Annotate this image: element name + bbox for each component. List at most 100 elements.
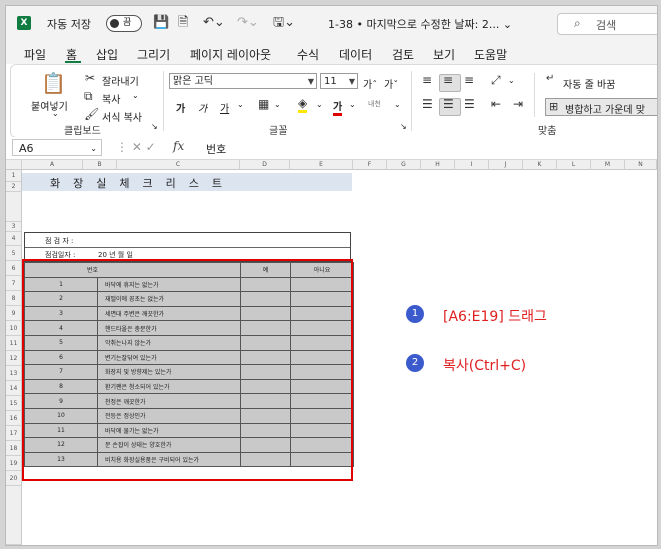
cancel-confirm-icons[interactable]: ⋮ ✕ ✓: [116, 140, 156, 154]
row-header[interactable]: 3: [6, 222, 22, 232]
cut-icon[interactable]: ✂: [85, 71, 95, 85]
tab-file[interactable]: 파일: [24, 46, 46, 63]
italic-button[interactable]: 가: [198, 100, 207, 115]
merge-center-button[interactable]: ⊞ 병합하고 가운데 맞: [545, 98, 657, 116]
font-launcher-icon[interactable]: ↘: [400, 122, 407, 131]
row-header[interactable]: 5: [6, 246, 22, 261]
row-header[interactable]: 6: [6, 261, 22, 276]
tab-review[interactable]: 검토: [392, 46, 414, 63]
row-header[interactable]: 15: [6, 396, 22, 411]
insert-function-button[interactable]: fx: [173, 139, 184, 153]
search-box[interactable]: ⌕ 검색: [557, 13, 657, 35]
column-header[interactable]: B: [83, 160, 117, 170]
column-header[interactable]: G: [387, 160, 421, 170]
clipboard-launcher-icon[interactable]: ↘: [151, 122, 158, 131]
column-header[interactable]: N: [625, 160, 657, 170]
row-header[interactable]: 16: [6, 411, 22, 426]
font-color-button[interactable]: 가: [333, 98, 343, 116]
tab-formulas[interactable]: 수식: [297, 46, 319, 63]
orientation-icon[interactable]: ⤢: [491, 73, 501, 88]
align-bottom-icon[interactable]: ≡: [464, 73, 474, 87]
row-header[interactable]: 8: [6, 291, 22, 306]
name-box[interactable]: A6 ⌄: [12, 139, 102, 156]
column-header[interactable]: I: [455, 160, 489, 170]
tab-data[interactable]: 데이터: [339, 46, 372, 63]
column-header[interactable]: E: [290, 160, 353, 170]
align-left-icon[interactable]: ☰: [422, 97, 433, 111]
grow-font-button[interactable]: 가ˆ: [363, 76, 377, 91]
row-header[interactable]: 12: [6, 351, 22, 366]
tab-insert[interactable]: 삽입: [96, 46, 118, 63]
tab-draw[interactable]: 그리기: [137, 46, 170, 63]
tab-view[interactable]: 보기: [433, 46, 455, 63]
underline-dropdown-icon[interactable]: ⌄: [237, 100, 244, 109]
column-header[interactable]: M: [591, 160, 625, 170]
autosave-toggle[interactable]: 끔: [106, 15, 142, 32]
column-header[interactable]: D: [240, 160, 290, 170]
phonetic-dropdown-icon[interactable]: ⌄: [394, 100, 401, 109]
wrap-text-button[interactable]: 자동 줄 바꿈: [563, 76, 615, 91]
paste-button[interactable]: 붙여넣기: [31, 98, 68, 113]
align-middle-icon[interactable]: ≡: [443, 73, 453, 87]
row-header[interactable]: 4: [6, 232, 22, 246]
phonetic-button[interactable]: 내천: [368, 99, 381, 109]
row-header[interactable]: [6, 192, 22, 222]
column-header[interactable]: K: [523, 160, 557, 170]
step-text: 복사(Ctrl+C): [443, 358, 527, 374]
row-header[interactable]: 2: [6, 182, 22, 192]
row-header[interactable]: 10: [6, 321, 22, 336]
format-painter-button[interactable]: 서식 복사: [102, 109, 142, 124]
align-top-icon[interactable]: ≡: [422, 73, 432, 87]
copy-dropdown-icon[interactable]: ⌄: [132, 91, 139, 100]
column-header[interactable]: C: [117, 160, 240, 170]
bold-button[interactable]: 가: [176, 100, 185, 115]
row-header[interactable]: 9: [6, 306, 22, 321]
column-header[interactable]: L: [557, 160, 591, 170]
wrap-text-icon[interactable]: ↵: [546, 73, 554, 84]
increase-indent-icon[interactable]: ⇥: [513, 97, 523, 111]
align-center-icon[interactable]: ☰: [443, 97, 454, 111]
font-color-dropdown-icon[interactable]: ⌄: [349, 100, 356, 109]
copy-button[interactable]: 복사: [102, 91, 120, 106]
column-header[interactable]: H: [421, 160, 455, 170]
row-header[interactable]: 13: [6, 366, 22, 381]
formula-input[interactable]: 번호: [206, 141, 226, 157]
row-header[interactable]: 19: [6, 456, 22, 471]
underline-button[interactable]: 가: [220, 100, 229, 115]
undo-icon[interactable]: ↶⌄: [203, 15, 225, 30]
column-header[interactable]: J: [489, 160, 523, 170]
save-icon[interactable]: 💾: [153, 15, 169, 30]
select-all-corner[interactable]: [6, 160, 22, 170]
quick-access-icon[interactable]: 🖫⌄: [273, 15, 295, 30]
format-painter-icon[interactable]: 🖌: [84, 107, 99, 121]
row-header[interactable]: 7: [6, 276, 22, 291]
cut-button[interactable]: 잘라내기: [102, 73, 139, 88]
fill-color-icon[interactable]: ◈: [298, 96, 308, 113]
row-header[interactable]: 17: [6, 426, 22, 441]
font-name-select[interactable]: 맑은 고딕 ▼: [169, 73, 317, 89]
paste-dropdown-icon[interactable]: ⌄: [52, 109, 59, 118]
paste-icon[interactable]: 📋: [41, 71, 66, 95]
row-header[interactable]: 1: [6, 170, 22, 182]
borders-icon[interactable]: ▦: [258, 97, 269, 111]
redo-icon[interactable]: ↷⌄: [237, 15, 259, 30]
worksheet-grid[interactable]: A B C D E F G H I J K L M N 1 2 3 4 5 6 …: [6, 160, 657, 545]
align-right-icon[interactable]: ☰: [464, 97, 475, 111]
decrease-indent-icon[interactable]: ⇤: [491, 97, 501, 111]
shrink-font-button[interactable]: 가ˇ: [384, 76, 398, 91]
row-header[interactable]: 14: [6, 381, 22, 396]
fill-dropdown-icon[interactable]: ⌄: [316, 100, 323, 109]
row-header[interactable]: 20: [6, 471, 22, 486]
document-title[interactable]: 1-38 • 마지막으로 수정한 날짜: 2... ⌄: [328, 16, 512, 32]
font-size-select[interactable]: 11 ▼: [320, 73, 358, 89]
save-as-icon[interactable]: 🗎: [178, 15, 188, 30]
column-header[interactable]: F: [353, 160, 387, 170]
borders-dropdown-icon[interactable]: ⌄: [274, 100, 281, 109]
row-header[interactable]: 18: [6, 441, 22, 456]
tab-help[interactable]: 도움말: [474, 46, 507, 63]
orientation-dropdown-icon[interactable]: ⌄: [508, 76, 515, 85]
column-header[interactable]: A: [22, 160, 83, 170]
copy-icon[interactable]: ⧉: [84, 89, 93, 104]
row-header[interactable]: 11: [6, 336, 22, 351]
tab-page-layout[interactable]: 페이지 레이아웃: [190, 46, 271, 63]
